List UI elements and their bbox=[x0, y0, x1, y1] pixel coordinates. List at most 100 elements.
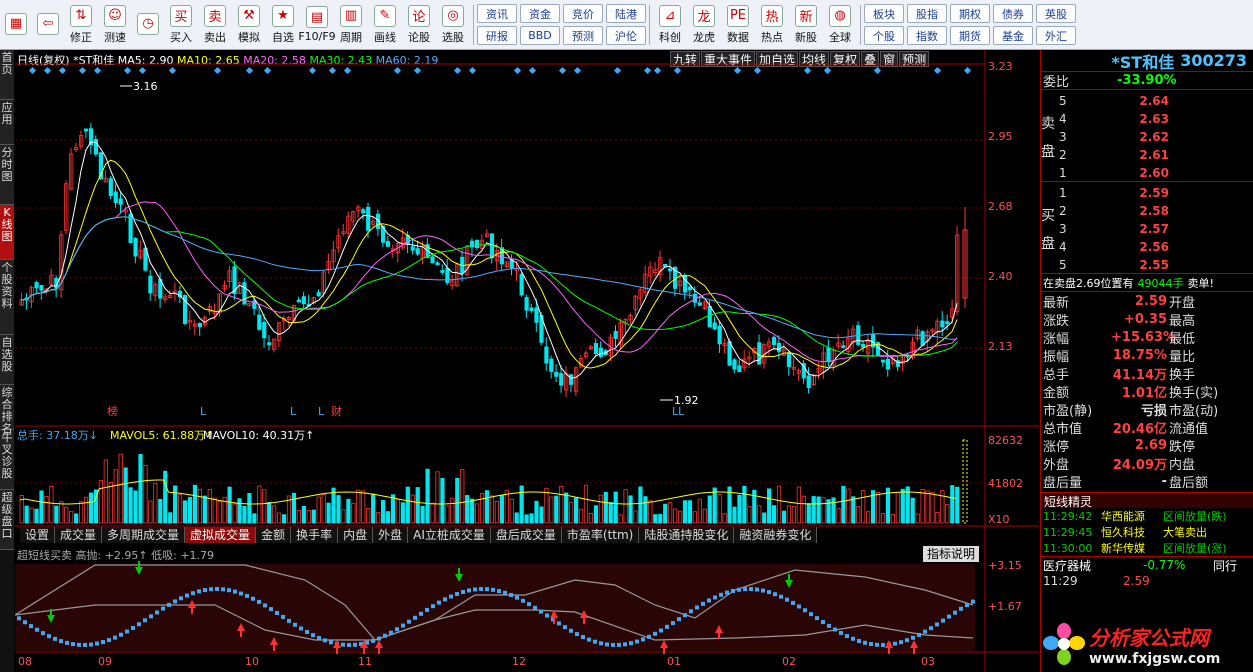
toolbar-button-测速[interactable]: ☺ 测速 bbox=[98, 1, 132, 49]
event-marker-icon[interactable] bbox=[468, 66, 477, 75]
signal-marker[interactable]: L bbox=[318, 405, 325, 418]
event-marker-icon[interactable] bbox=[653, 66, 662, 75]
indicator-tab[interactable]: 金额 bbox=[256, 527, 292, 543]
event-marker-icon[interactable] bbox=[453, 66, 462, 75]
toolbar-button-科创[interactable]: ⊿ 科创 bbox=[653, 1, 687, 49]
event-marker-icon[interactable] bbox=[123, 66, 132, 75]
toolbar-button-数据[interactable]: PE 数据 bbox=[721, 1, 755, 49]
event-marker-icon[interactable] bbox=[753, 66, 762, 75]
quick-tag[interactable]: 指数 bbox=[907, 26, 947, 45]
event-marker-icon[interactable] bbox=[245, 66, 254, 75]
toolbar-button-自选[interactable]: ★ 自选 bbox=[266, 1, 300, 49]
left-nav-item[interactable]: 首页 bbox=[0, 50, 14, 100]
quick-tag[interactable]: 预测 bbox=[563, 26, 603, 45]
quick-tag[interactable]: 英股 bbox=[1036, 4, 1076, 23]
toolbar-button-买入[interactable]: 买买入 bbox=[164, 1, 198, 49]
toolbar-button-新股[interactable]: 新新股 bbox=[789, 1, 823, 49]
event-marker-icon[interactable] bbox=[28, 66, 37, 75]
indicator-tab[interactable]: 融资融券变化 bbox=[734, 527, 818, 543]
toolbar-button-grid-icon[interactable]: ▦ bbox=[0, 1, 32, 49]
event-marker-icon[interactable] bbox=[343, 66, 352, 75]
toolbar-button-热点[interactable]: 热热点 bbox=[755, 1, 789, 49]
news-row[interactable]: 11:29:42 华西能源 区间放量(跌) bbox=[1043, 508, 1253, 524]
event-marker-icon[interactable] bbox=[823, 66, 832, 75]
toolbar-button-修正[interactable]: ⇅ 修正 bbox=[64, 1, 98, 49]
signal-marker[interactable]: 财 bbox=[331, 404, 342, 418]
toolbar-button-画线[interactable]: ✎ 画线 bbox=[368, 1, 402, 49]
buy-level-row[interactable]: 5 2.55 bbox=[1059, 256, 1169, 274]
toolbar-button-论股[interactable]: 论论股 bbox=[402, 1, 436, 49]
event-marker-icon[interactable] bbox=[803, 66, 812, 75]
event-marker-icon[interactable] bbox=[933, 66, 942, 75]
left-nav-item[interactable]: 自选股 bbox=[0, 335, 14, 385]
signal-marker[interactable]: L bbox=[200, 405, 207, 418]
indicator-tab[interactable]: 设置 bbox=[20, 527, 56, 543]
sector-more-button[interactable]: 同行 bbox=[1213, 557, 1237, 574]
event-marker-icon[interactable] bbox=[673, 66, 682, 75]
event-marker-icon[interactable] bbox=[263, 66, 272, 75]
news-row[interactable]: 11:29:45 恒久科技 大笔卖出 bbox=[1043, 524, 1253, 540]
event-marker-icon[interactable] bbox=[213, 66, 222, 75]
signal-marker[interactable]: LL bbox=[672, 405, 685, 418]
event-marker-icon[interactable] bbox=[308, 66, 317, 75]
quick-tag[interactable]: 债券 bbox=[993, 4, 1033, 23]
toolbar-button-back-arrow-icon[interactable]: ⇦ bbox=[32, 1, 64, 49]
signal-marker[interactable]: 榜 bbox=[107, 404, 118, 418]
quick-tag[interactable]: 基金 bbox=[993, 26, 1033, 45]
quick-tag[interactable]: 板块 bbox=[864, 4, 904, 23]
sell-level-row[interactable]: 2 2.61 bbox=[1059, 146, 1169, 164]
toolbar-button-卖出[interactable]: 卖卖出 bbox=[198, 1, 232, 49]
quick-tag[interactable]: 陆港 bbox=[606, 4, 646, 23]
event-marker-icon[interactable] bbox=[393, 66, 402, 75]
toolbar-button-选股[interactable]: ◎ 选股 bbox=[436, 1, 470, 49]
quick-tag[interactable]: 外汇 bbox=[1036, 26, 1076, 45]
left-nav-item[interactable]: 超级盘口 bbox=[0, 490, 14, 550]
indicator-tab[interactable]: 成交量 bbox=[55, 527, 103, 543]
toolbar-button-clock-icon[interactable]: ◷ bbox=[132, 1, 164, 49]
event-marker-icon[interactable] bbox=[413, 66, 422, 75]
quick-tag[interactable]: 竞价 bbox=[563, 4, 603, 23]
event-marker-icon[interactable] bbox=[963, 66, 972, 75]
quick-tag[interactable]: BBD bbox=[520, 26, 560, 45]
buy-level-row[interactable]: 2 2.58 bbox=[1059, 202, 1169, 220]
indicator-tab[interactable]: 陆股通持股变化 bbox=[639, 527, 735, 543]
event-marker-icon[interactable] bbox=[558, 66, 567, 75]
left-nav-item[interactable]: 牛叉诊股 bbox=[0, 430, 14, 490]
quick-tag[interactable]: 沪伦 bbox=[606, 26, 646, 45]
quick-tag[interactable]: 资金 bbox=[520, 4, 560, 23]
event-marker-icon[interactable] bbox=[528, 66, 537, 75]
indicator-help-button[interactable]: 指标说明 bbox=[923, 546, 980, 562]
left-nav-item[interactable]: K线图 bbox=[0, 205, 14, 260]
sell-level-row[interactable]: 3 2.62 bbox=[1059, 128, 1169, 146]
quick-tag[interactable]: 研报 bbox=[477, 26, 517, 45]
indicator-tab[interactable]: 换手率 bbox=[291, 527, 339, 543]
sell-level-row[interactable]: 4 2.63 bbox=[1059, 110, 1169, 128]
indicator-tab[interactable]: 市盈率(ttm) bbox=[561, 527, 640, 543]
indicator-tab[interactable]: 内盘 bbox=[338, 527, 374, 543]
event-marker-icon[interactable] bbox=[573, 66, 582, 75]
toolbar-button-F10/F9[interactable]: ▤ F10/F9 bbox=[298, 1, 336, 49]
sector-name[interactable]: 医疗器械 bbox=[1043, 557, 1143, 574]
left-nav-item[interactable]: 应用 bbox=[0, 100, 14, 145]
sell-level-row[interactable]: 5 2.64 bbox=[1059, 92, 1169, 110]
left-nav-item[interactable]: 分时图 bbox=[0, 145, 14, 205]
signal-marker[interactable]: L bbox=[290, 405, 297, 418]
event-marker-icon[interactable] bbox=[733, 66, 742, 75]
toolbar-button-龙虎[interactable]: 龙龙虎 bbox=[687, 1, 721, 49]
buy-level-row[interactable]: 1 2.59 bbox=[1059, 184, 1169, 202]
quick-tag[interactable]: 期货 bbox=[950, 26, 990, 45]
quick-tag[interactable]: 期权 bbox=[950, 4, 990, 23]
left-nav-item[interactable]: 个股资料 bbox=[0, 260, 14, 335]
buy-level-row[interactable]: 3 2.57 bbox=[1059, 220, 1169, 238]
event-marker-icon[interactable] bbox=[93, 66, 102, 75]
indicator-tab[interactable]: 盘后成交量 bbox=[490, 527, 562, 543]
kline-chart-area[interactable]: 日线(复权) *ST和佳 MA5: 2.90 MA10: 2.65 MA20: … bbox=[15, 50, 1039, 672]
quick-tag[interactable]: 股指 bbox=[907, 4, 947, 23]
event-marker-icon[interactable] bbox=[168, 66, 177, 75]
left-nav-item[interactable]: 综合排名 bbox=[0, 385, 14, 435]
toolbar-button-全球[interactable]: ◍ 全球 bbox=[823, 1, 857, 49]
quick-tag[interactable]: 资讯 bbox=[477, 4, 517, 23]
event-marker-icon[interactable] bbox=[643, 66, 652, 75]
event-marker-icon[interactable] bbox=[873, 66, 882, 75]
sell-level-row[interactable]: 1 2.60 bbox=[1059, 164, 1169, 182]
